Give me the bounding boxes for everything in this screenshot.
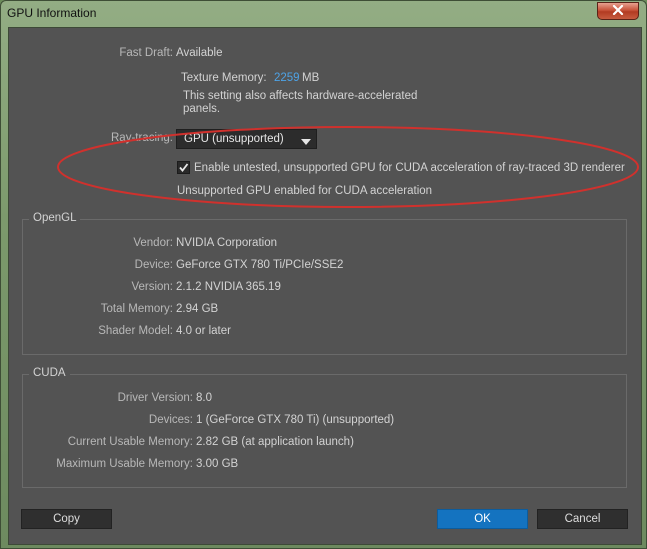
cancel-button[interactable]: Cancel bbox=[537, 509, 628, 529]
cuda-devices-value: 1 (GeForce GTX 780 Ti) (unsupported) bbox=[196, 414, 395, 426]
cuda-group-title: CUDA bbox=[29, 367, 70, 379]
cuda-driver-value: 8.0 bbox=[196, 392, 212, 404]
ray-tracing-dropdown[interactable]: GPU (unsupported) bbox=[176, 129, 317, 149]
ray-tracing-label: Ray-tracing: bbox=[111, 132, 173, 144]
opengl-vendor-label: Vendor: bbox=[133, 237, 173, 249]
ok-button[interactable]: OK bbox=[437, 509, 528, 529]
close-icon bbox=[612, 2, 624, 20]
title-bar[interactable]: GPU Information bbox=[1, 1, 646, 27]
texture-memory-label: Texture Memory: bbox=[181, 72, 267, 84]
hw-note-line1: This setting also affects hardware-accel… bbox=[183, 90, 418, 102]
opengl-device-label: Device: bbox=[134, 259, 173, 271]
opengl-total-memory-label: Total Memory: bbox=[100, 303, 173, 315]
cuda-max-memory-value: 3.00 GB bbox=[196, 458, 239, 470]
chevron-down-icon bbox=[301, 134, 311, 152]
opengl-total-memory-value: 2.94 GB bbox=[176, 303, 219, 315]
cuda-unsupported-checkbox[interactable] bbox=[177, 161, 190, 174]
cuda-current-memory-value: 2.82 GB (at application launch) bbox=[196, 436, 354, 448]
opengl-shader-model-label: Shader Model: bbox=[98, 325, 173, 337]
hw-note-line2: panels. bbox=[183, 103, 221, 115]
opengl-group-title: OpenGL bbox=[29, 212, 81, 224]
window-title: GPU Information bbox=[7, 6, 97, 20]
texture-memory-value[interactable]: 2259 bbox=[274, 72, 300, 84]
opengl-vendor-value: NVIDIA Corporation bbox=[176, 237, 277, 249]
cuda-max-memory-label: Maximum Usable Memory: bbox=[56, 458, 193, 470]
gpu-information-window: GPU Information Fast Draft: Available Te… bbox=[0, 0, 647, 549]
copy-button[interactable]: Copy bbox=[21, 509, 112, 529]
cuda-group: CUDA bbox=[22, 367, 627, 488]
fast-draft-value: Available bbox=[176, 47, 223, 59]
opengl-version-value: 2.1.2 NVIDIA 365.19 bbox=[176, 281, 281, 293]
cuda-checkbox-label[interactable]: Enable untested, unsupported GPU for CUD… bbox=[194, 162, 625, 174]
ray-tracing-selected: GPU (unsupported) bbox=[184, 133, 284, 145]
dialog-body: Fast Draft: Available Texture Memory: 22… bbox=[8, 27, 642, 545]
close-button[interactable] bbox=[597, 2, 639, 20]
cuda-devices-label: Devices: bbox=[148, 414, 193, 426]
cuda-status-text: Unsupported GPU enabled for CUDA acceler… bbox=[177, 185, 433, 197]
texture-memory-unit: MB bbox=[302, 72, 320, 84]
fast-draft-label: Fast Draft: bbox=[119, 47, 173, 59]
cuda-driver-label: Driver Version: bbox=[117, 392, 193, 404]
opengl-shader-model-value: 4.0 or later bbox=[176, 325, 231, 337]
cuda-current-memory-label: Current Usable Memory: bbox=[67, 436, 193, 448]
opengl-device-value: GeForce GTX 780 Ti/PCIe/SSE2 bbox=[176, 259, 344, 271]
opengl-version-label: Version: bbox=[131, 281, 173, 293]
